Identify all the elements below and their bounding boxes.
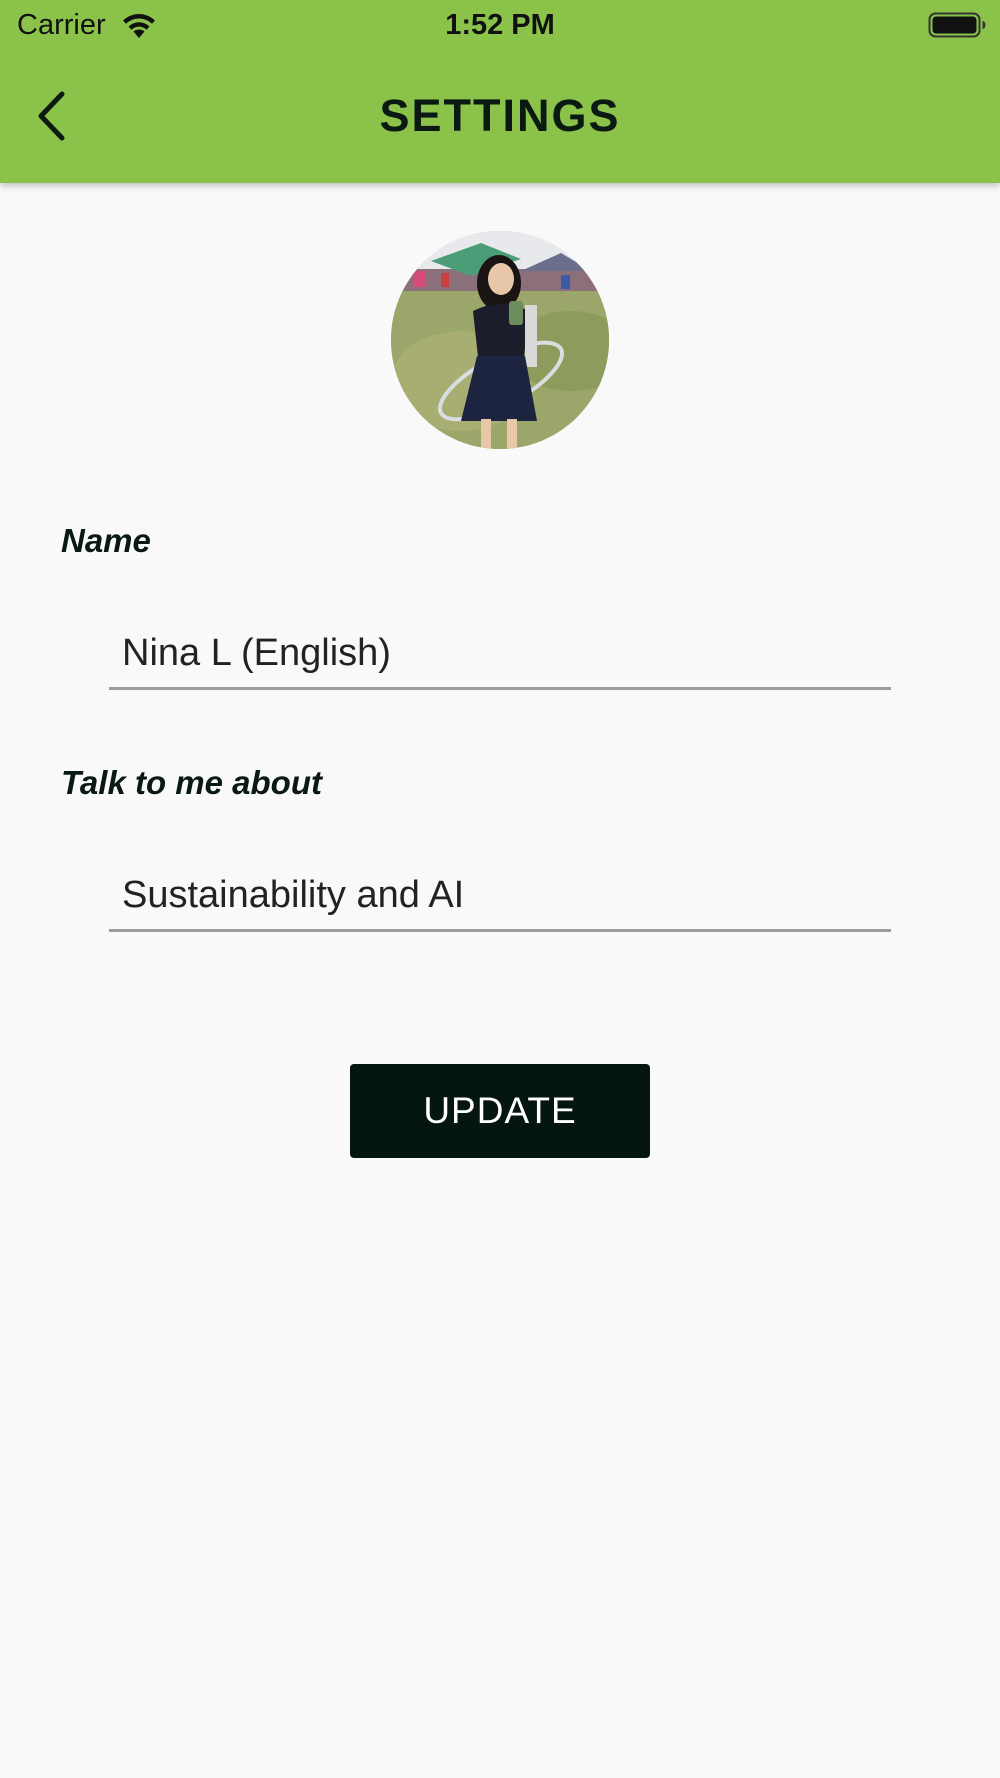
page-title: SETTINGS [379,90,621,141]
topic-label: Talk to me about [61,764,322,801]
app-bar: Carrier 1:52 PM SETTINGS [0,0,1000,183]
battery-icon [928,11,986,39]
avatar[interactable] [391,231,609,449]
status-bar: Carrier 1:52 PM [0,0,1000,50]
status-time: 1:52 PM [445,9,555,41]
name-input[interactable] [109,620,891,690]
profile-photo [391,231,609,449]
name-label: Name [61,522,151,559]
topic-input[interactable] [109,862,891,932]
update-button[interactable]: UPDATE [350,1064,650,1158]
